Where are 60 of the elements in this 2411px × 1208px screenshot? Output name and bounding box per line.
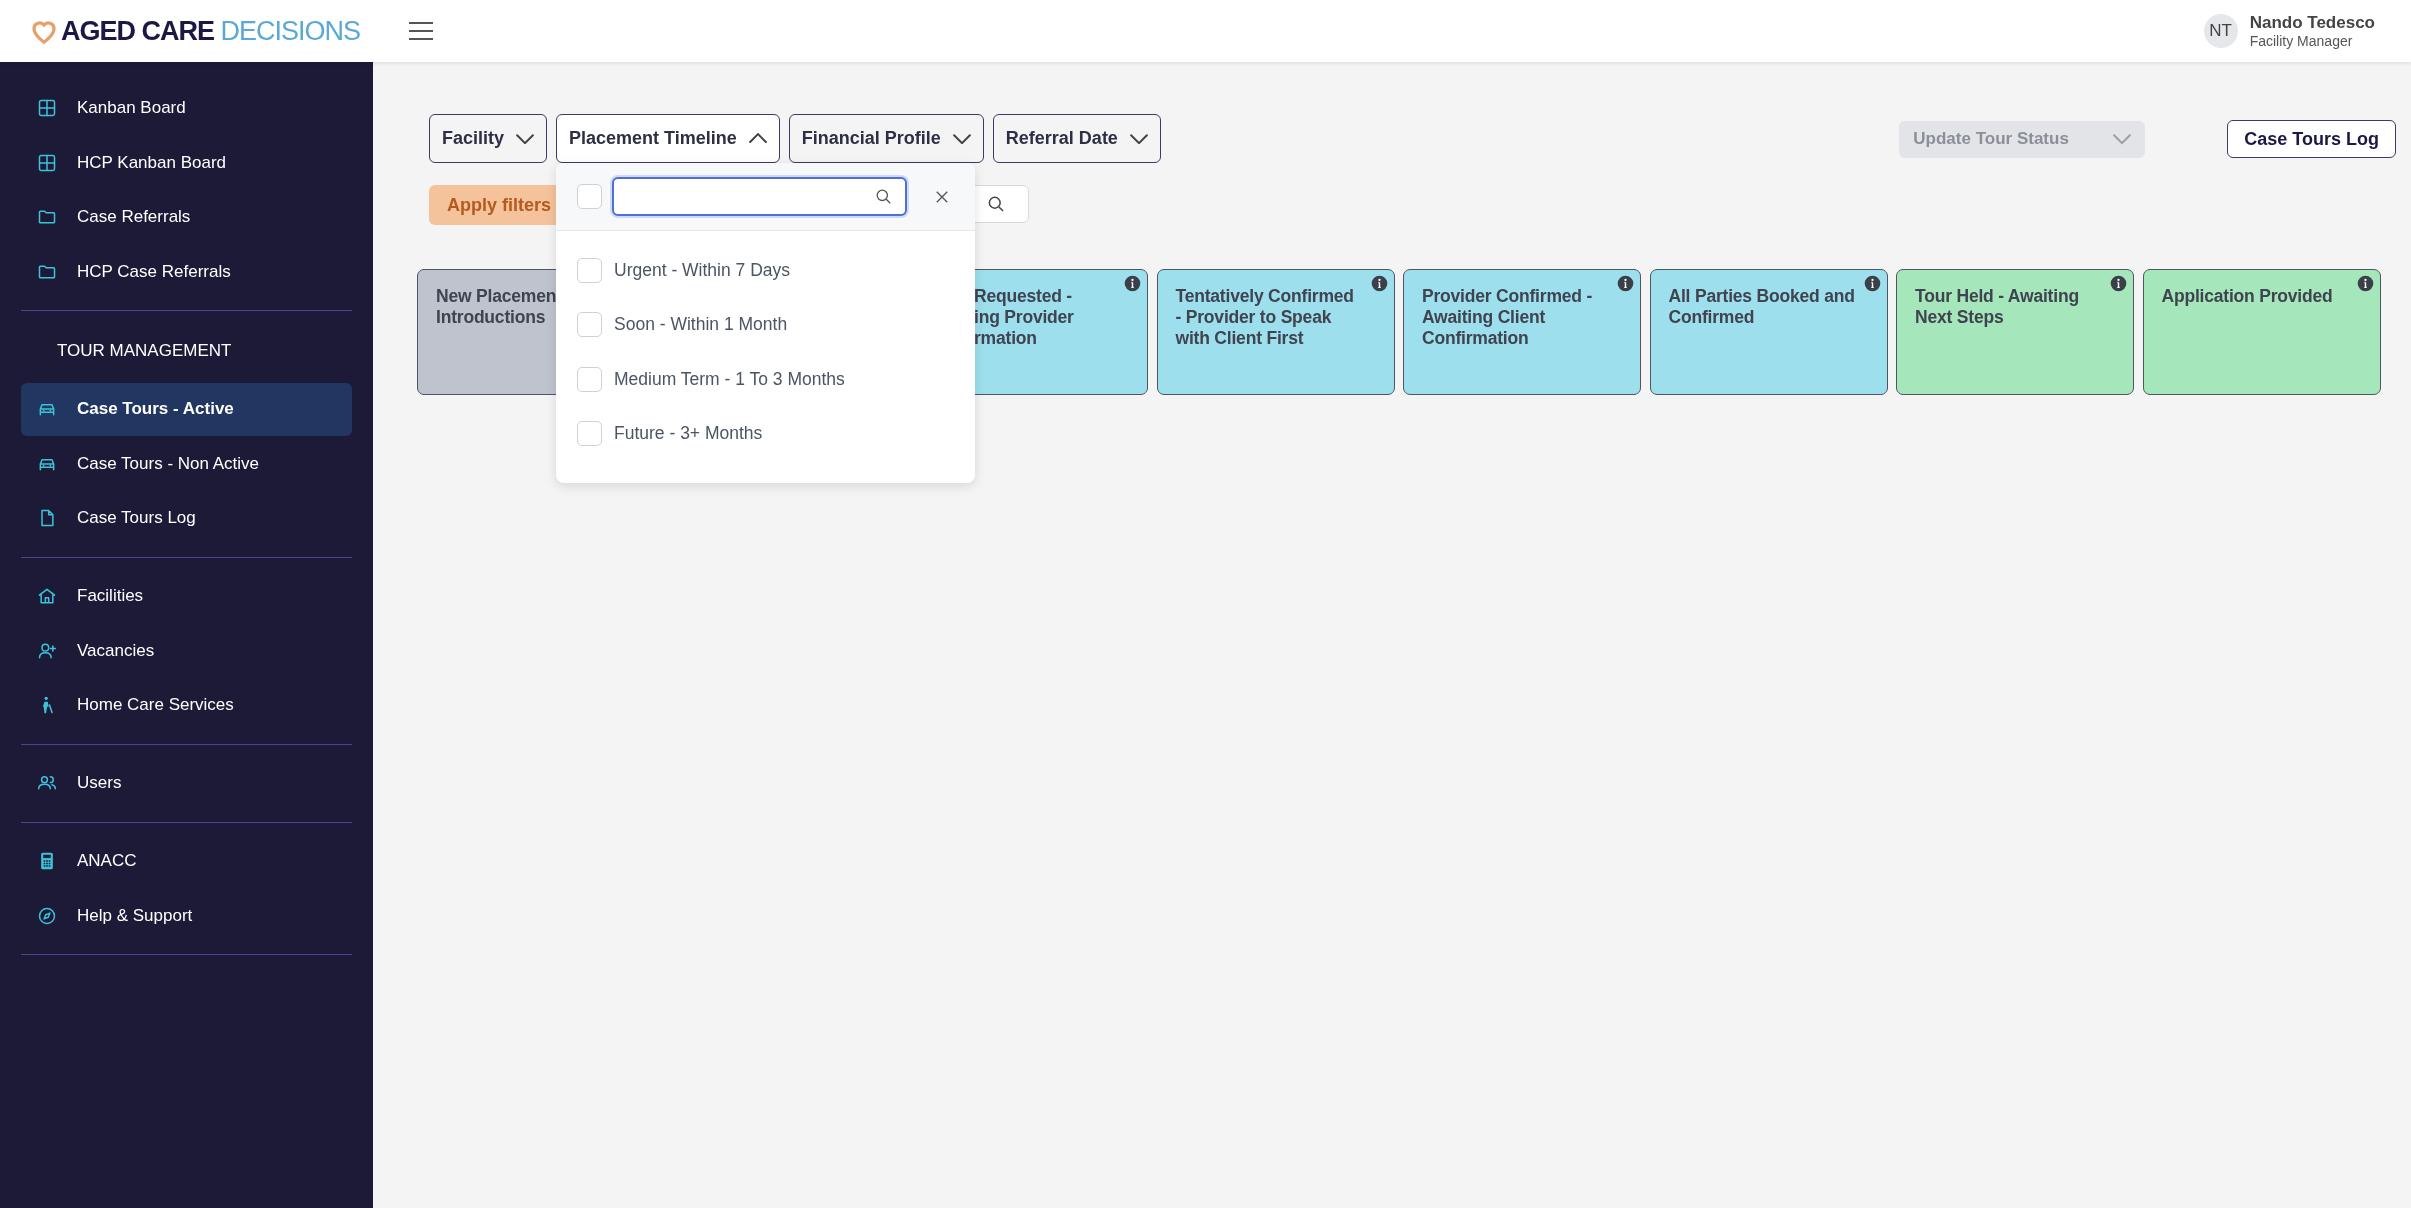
option-label[interactable]: Urgent - Within 7 Days [614, 259, 791, 281]
grid-icon [37, 152, 57, 173]
sidebar-item[interactable]: Case Tours - Non Active [21, 437, 352, 490]
folder-icon [37, 207, 57, 227]
option-checkbox[interactable] [577, 312, 602, 338]
search-icon [874, 187, 893, 206]
option-checkbox[interactable] [577, 421, 602, 447]
sidebar-item[interactable]: Vacancies [21, 624, 352, 677]
logo-text: AGED CARE DECISIONS [61, 15, 361, 47]
column-title: Tentatively Confirmed - Provider to Speak with Client First [1175, 286, 1354, 349]
filter-dropdown[interactable]: Placement Timeline [556, 114, 780, 163]
chevron-icon [1129, 132, 1148, 145]
compass-icon [37, 905, 57, 926]
chevron-icon [516, 132, 535, 145]
filter-dropdown[interactable]: Facility [429, 114, 548, 163]
option-checkbox[interactable] [577, 257, 602, 283]
search-icon [986, 194, 1006, 214]
column-title: Provider Confirmed - Awaiting Client Confirmation [1422, 286, 1593, 349]
section-heading: TOUR MANAGEMENT [56, 340, 233, 362]
chevron-icon [952, 132, 971, 145]
option-label[interactable]: Future - 3+ Months [614, 423, 763, 445]
column-title: All Parties Booked and Confirmed [1668, 286, 1855, 328]
house-icon [37, 586, 57, 606]
column-title: Tour Held - Awaiting Next Steps [1915, 286, 2079, 328]
option-checkbox[interactable] [577, 366, 602, 392]
info-icon[interactable] [1124, 275, 1141, 292]
user-role: Facility Manager [2249, 33, 2354, 49]
column-title: New Placemen Introductions [436, 286, 557, 328]
sidebar-item[interactable]: Case Referrals [21, 190, 352, 244]
info-icon[interactable] [1370, 275, 1388, 292]
filter-dropdown[interactable]: Financial Profile [788, 114, 984, 163]
option-label[interactable]: Medium Term - 1 To 3 Months [614, 368, 845, 390]
info-icon[interactable] [1863, 275, 1881, 292]
dropdown-search-field[interactable] [612, 177, 907, 216]
users-icon [37, 773, 57, 793]
sidebar-item[interactable]: Users [21, 756, 352, 810]
chevron-icon [748, 132, 767, 145]
sidebar-item[interactable]: Help & Support [21, 889, 352, 942]
sidebar-item[interactable]: Facilities [21, 569, 352, 623]
option-label[interactable]: Soon - Within 1 Month [614, 314, 788, 336]
column-title: Application Provided [2161, 286, 2333, 307]
sidebar-item[interactable]: HCP Case Referrals [21, 245, 352, 298]
info-icon[interactable] [1617, 275, 1634, 292]
case-tours-log-button[interactable]: Case Tours Log [2227, 120, 2396, 158]
sidebar-item[interactable]: Kanban Board [21, 81, 352, 135]
select-all-checkbox[interactable] [577, 184, 602, 209]
filter-dropdown[interactable]: Referral Date [992, 114, 1161, 163]
column-title: Requested - ing Provider rmation [974, 286, 1074, 349]
user-avatar[interactable]: NT [2203, 14, 2238, 48]
chevron-icon [2113, 133, 2132, 145]
sidebar-item[interactable]: HCP Kanban Board [21, 136, 352, 189]
sidebar-item[interactable]: ANACC [21, 834, 352, 888]
info-icon[interactable] [2110, 275, 2127, 292]
sidebar-item[interactable]: Case Tours Log [21, 491, 352, 545]
info-icon[interactable] [2356, 275, 2374, 292]
sidebar-item[interactable]: Home Care Services [21, 678, 352, 732]
user-name: Nando Tedesco [2249, 13, 2375, 33]
menu-icon[interactable] [408, 21, 435, 41]
grid-icon [37, 98, 57, 118]
sidebar-item[interactable]: Case Tours - Active [21, 382, 352, 436]
